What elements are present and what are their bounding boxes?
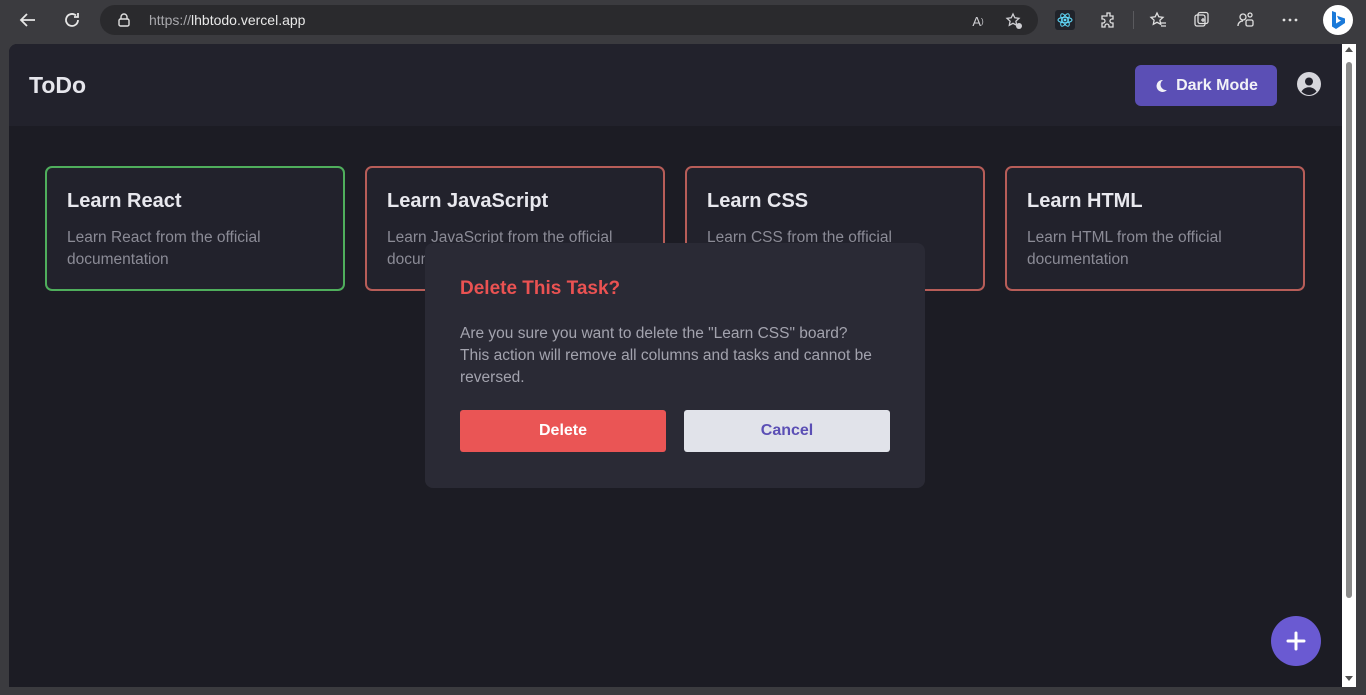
modal-actions: Delete Cancel	[460, 410, 890, 452]
bing-copilot-icon[interactable]	[1323, 5, 1353, 35]
board-title: Learn CSS	[707, 190, 809, 212]
favorites-icon[interactable]	[1147, 9, 1169, 31]
modal-message: Are you sure you want to delete the "Lea…	[460, 325, 872, 386]
back-arrow-icon[interactable]	[16, 8, 40, 32]
cancel-button[interactable]: Cancel	[684, 410, 890, 452]
react-devtools-icon[interactable]	[1054, 9, 1076, 31]
more-menu-icon[interactable]	[1279, 9, 1301, 31]
delete-confirm-modal: Delete This Task? Are you sure you want …	[425, 243, 925, 488]
scroll-down-arrow-icon[interactable]	[1345, 676, 1353, 681]
board-title: Learn HTML	[1027, 190, 1143, 212]
add-favorite-icon[interactable]	[1004, 11, 1024, 31]
lock-icon	[118, 13, 130, 32]
add-board-button[interactable]	[1271, 616, 1321, 666]
extensions-icon[interactable]	[1098, 9, 1120, 31]
board-title: Learn React	[67, 190, 182, 212]
read-aloud-icon[interactable]: A)	[968, 11, 988, 31]
board-description: Learn React from the official documentat…	[67, 229, 261, 268]
profile-sync-icon[interactable]	[1235, 9, 1257, 31]
delete-button[interactable]: Delete	[460, 410, 666, 452]
toolbar-separator	[1133, 11, 1134, 29]
dark-mode-button[interactable]: Dark Mode	[1135, 65, 1277, 106]
board-card-learn-html[interactable]: Learn HTML Learn HTML from the official …	[1005, 166, 1305, 291]
user-avatar-icon[interactable]	[1297, 72, 1321, 96]
app-title: ToDo	[29, 72, 87, 98]
board-card-learn-react[interactable]: Learn React Learn React from the officia…	[45, 166, 345, 291]
page-viewport: ToDo Dark Mode Learn React Learn React f…	[9, 44, 1342, 687]
scrollbar-thumb[interactable]	[1346, 62, 1352, 598]
moon-icon	[1156, 79, 1168, 92]
address-bar[interactable]: https://lhbtodo.vercel.app A)	[100, 5, 1038, 35]
browser-toolbar: https://lhbtodo.vercel.app A)	[0, 0, 1366, 40]
dark-mode-label: Dark Mode	[1176, 76, 1258, 94]
modal-title: Delete This Task?	[460, 278, 621, 299]
scroll-up-arrow-icon[interactable]	[1345, 47, 1353, 52]
collections-icon[interactable]	[1191, 9, 1213, 31]
refresh-icon[interactable]	[60, 8, 84, 32]
app-header: ToDo Dark Mode	[9, 44, 1342, 126]
plus-icon	[1286, 631, 1306, 651]
url-text: https://lhbtodo.vercel.app	[149, 12, 306, 28]
board-title: Learn JavaScript	[387, 190, 549, 212]
board-description: Learn HTML from the official documentati…	[1027, 229, 1222, 268]
